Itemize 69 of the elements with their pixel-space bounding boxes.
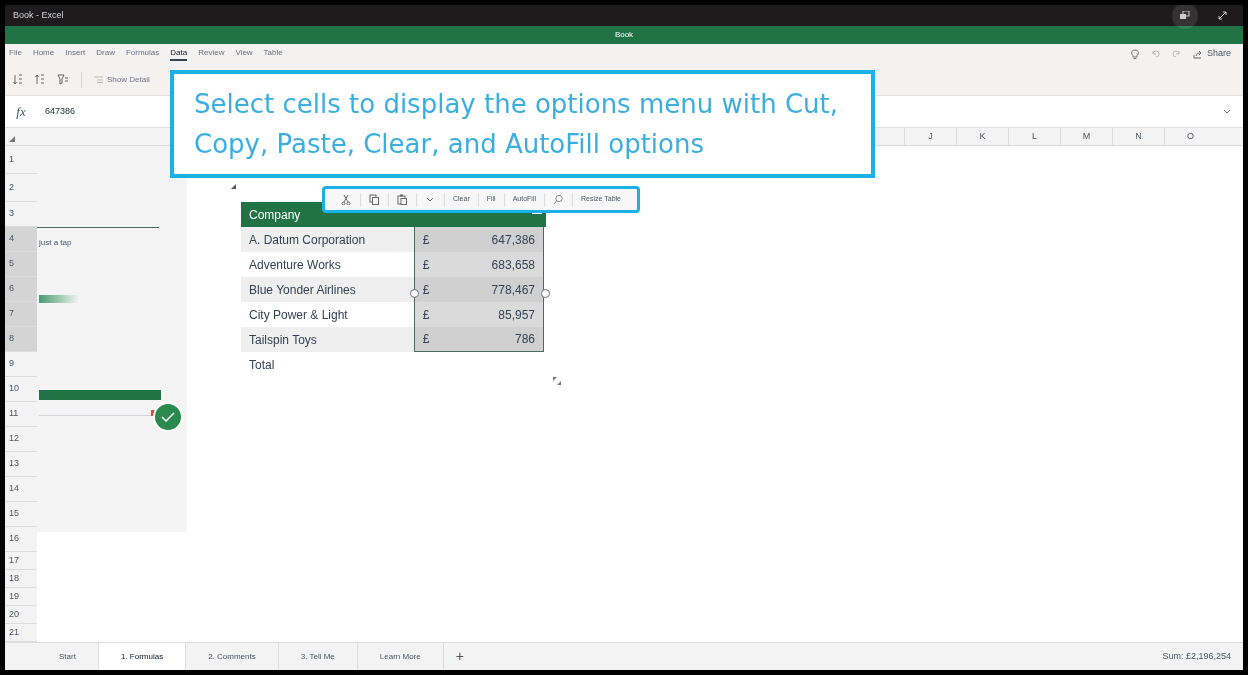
list-icon [94,76,103,83]
share-icon [1192,49,1203,59]
restore-button[interactable] [1172,5,1198,29]
table-cell[interactable]: £ 786 [413,327,544,352]
ribbon-tab[interactable]: Formulas [125,47,160,61]
currency-symbol: £ [422,231,430,249]
table-cell: Tailspin Toys [241,327,414,352]
column-header[interactable]: N [1112,128,1164,145]
share-button[interactable]: Share [1192,47,1231,61]
ribbon-tab[interactable]: Table [263,47,283,61]
sort-descending-icon[interactable] [35,74,45,85]
sort-ascending-icon[interactable] [13,74,23,85]
document-title: Book [614,29,634,41]
sales-value: 786 [514,331,535,348]
row-header[interactable]: 4 [5,227,37,252]
table-cell[interactable]: £ 683,658 [413,252,544,277]
selection-handle[interactable] [541,289,550,298]
lightbulb-icon[interactable] [1130,48,1139,60]
sales-value: 778,467 [491,281,535,299]
column-header[interactable]: O [1164,128,1216,145]
status-sum: Sum: £2,196,254 [1162,649,1231,663]
currency-symbol: £ [422,331,430,348]
column-header[interactable]: J [904,128,956,145]
table-cell[interactable]: £ 778,467 [413,277,544,302]
chevron-down-icon[interactable] [1223,109,1231,114]
row-header[interactable]: 7 [5,302,37,327]
add-sheet-button[interactable]: + [443,643,476,670]
sales-value: 647,386 [491,231,535,249]
ribbon-tab[interactable]: Insert [65,47,86,61]
currency-symbol: £ [422,256,430,274]
ribbon-tab[interactable]: View [235,47,253,61]
filter-icon[interactable] [57,74,69,85]
callout-text: Select cells to display the options menu with Cut, Copy, Paste, Clear, and AutoFill options [194,88,839,161]
scissors-icon [341,194,352,205]
column-header[interactable]: K [956,128,1008,145]
row-header[interactable]: 5 [5,252,37,277]
function-symbol[interactable]: fx [5,101,37,122]
panel-text: just a tap [39,237,72,249]
progress-bar-drawing [39,295,79,303]
selection-handle[interactable] [410,289,419,298]
ribbon-tab[interactable]: Home [32,47,55,61]
ribbon-tab[interactable]: File [9,47,22,61]
ribbon-tab[interactable]: Draw [96,47,115,61]
sheet-tab[interactable]: 1. Formulas [98,643,187,670]
ribbon-tab[interactable]: Review [198,47,225,61]
window-title: Book - Excel [13,8,64,22]
row-header[interactable]: 6 [5,277,37,302]
table-cell[interactable]: £ 647,386 [413,227,544,252]
table-cell[interactable]: £ 85,957 [413,302,544,327]
copy-icon [369,194,380,205]
currency-symbol: £ [422,281,430,299]
column-header[interactable]: M [1060,128,1112,145]
sales-value: 85,957 [498,306,535,324]
expand-icon[interactable] [1218,11,1227,20]
select-all-icon[interactable] [9,136,15,142]
search-icon [553,194,565,205]
table-cell: Blue Yonder Airlines [241,277,414,302]
table-cell-text: Total [248,356,276,374]
column-header[interactable]: L [1008,128,1060,145]
ribbon-tab[interactable]: Data [170,47,188,61]
table-corner-icon [231,184,236,189]
quick-analysis-icon[interactable] [553,377,561,385]
restore-icon [1180,11,1190,20]
currency-symbol: £ [422,306,430,324]
row-header[interactable]: 8 [5,327,37,352]
sales-value: 683,658 [491,256,535,274]
clipboard-icon [397,194,408,205]
formula-input[interactable]: 647386 [45,104,76,119]
table-cell: A. Datum Corporation [241,227,414,252]
